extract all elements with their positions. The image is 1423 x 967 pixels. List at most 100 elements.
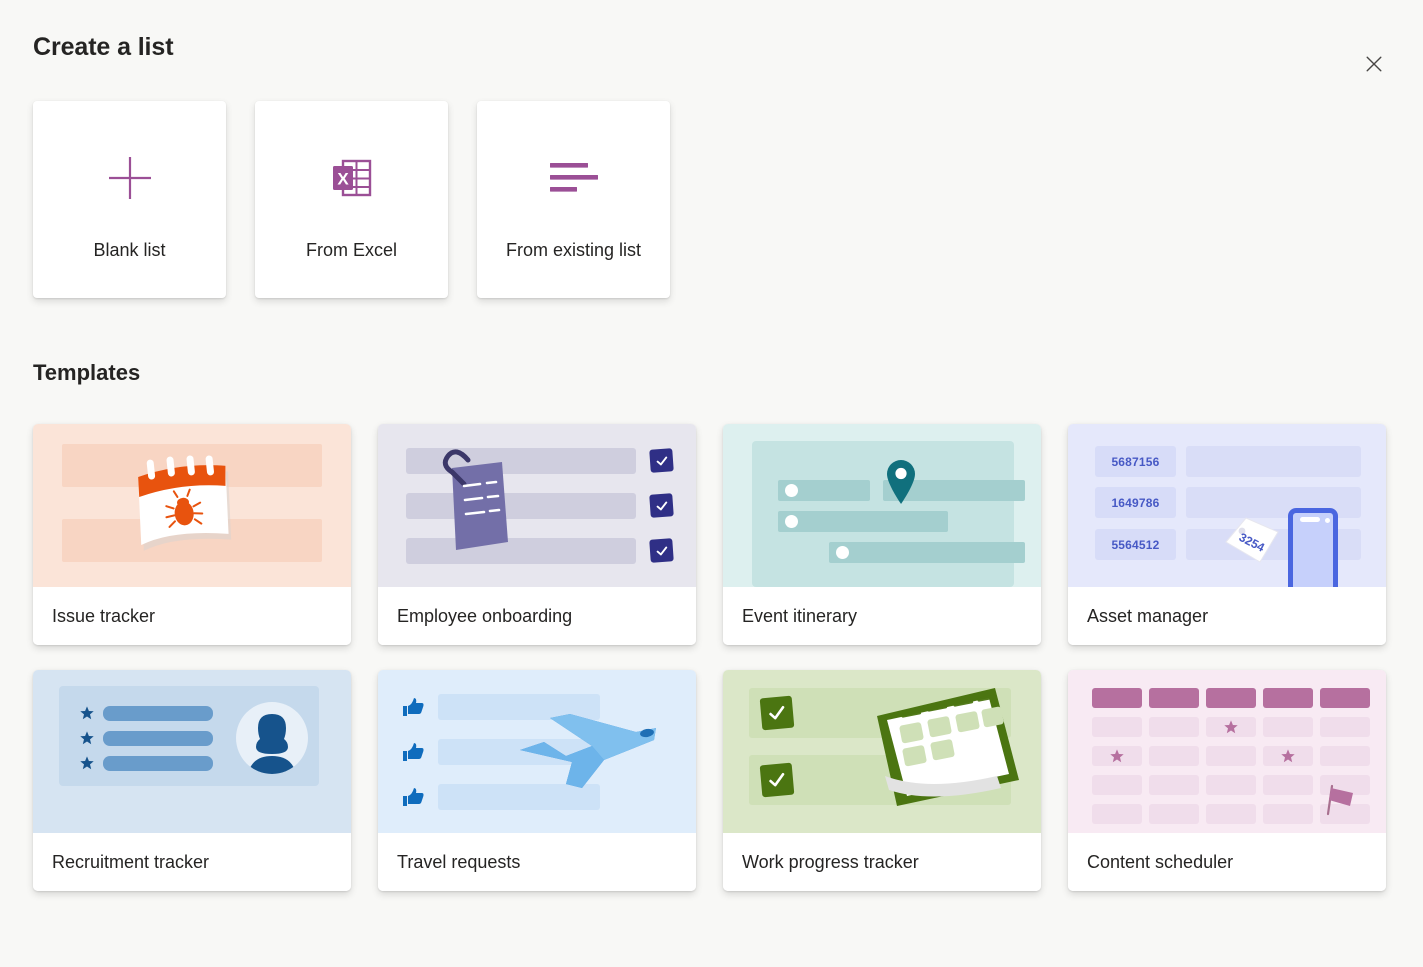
phone-icon: [1288, 508, 1338, 587]
work-progress-thumbnail: [723, 670, 1041, 833]
clipboard-checklist-icon: [442, 449, 508, 550]
thumb-blank-cell: [1186, 446, 1361, 477]
thumb-dot: [836, 546, 849, 559]
thumb-bar: [103, 706, 213, 721]
asset-manager-thumbnail: 5687156 1649786 5564512 3254: [1068, 424, 1386, 587]
content-scheduler-thumbnail: [1068, 670, 1386, 833]
blank-list-icon-wrap: [104, 142, 156, 214]
thumb-bar: [829, 542, 1025, 563]
employee-onboarding-thumbnail: [378, 424, 696, 587]
travel-requests-thumbnail: [378, 670, 696, 833]
calendar-cell: [1092, 746, 1142, 766]
thumb-dot: [785, 484, 798, 497]
calendar-header-cell: [1320, 688, 1370, 708]
calendar-header-cell: [1092, 688, 1142, 708]
calendar-header-cell: [1149, 688, 1199, 708]
calendar-cell: [1149, 804, 1199, 824]
issue-tracker-thumbnail: [33, 424, 351, 587]
recruitment-tracker-thumbnail: [33, 670, 351, 833]
calendar-bug-icon: [138, 455, 232, 551]
templates-grid: Issue tracker Employee onboarding Event …: [33, 424, 1386, 891]
calendar-cell: [1092, 717, 1142, 737]
calendar-cell: [1263, 804, 1313, 824]
calendar-header-cell: [1263, 688, 1313, 708]
phone-speaker: [1300, 517, 1320, 522]
plus-icon: [108, 157, 151, 199]
asset-id-cell: 5564512: [1095, 529, 1176, 560]
template-card-asset-manager[interactable]: 5687156 1649786 5564512 3254 Asset manag…: [1068, 424, 1386, 645]
thumb-bar: [103, 731, 213, 746]
checkbox-checked-icon: [649, 448, 674, 473]
asset-id-cell: 1649786: [1095, 487, 1176, 518]
asset-id-cell: 5687156: [1095, 446, 1176, 477]
thumbs-up-icon: [403, 788, 424, 806]
close-button[interactable]: [1358, 48, 1390, 80]
create-options-row: Blank list X From Excel From existing li…: [33, 101, 670, 298]
checkbox-checked-icon: [649, 538, 674, 563]
star-icon: [1110, 749, 1124, 763]
star-icon: [80, 731, 94, 745]
svg-text:X: X: [337, 170, 349, 189]
calendar-cell: [1206, 804, 1256, 824]
checkmark-icon: [759, 762, 795, 798]
template-card-work-progress-tracker[interactable]: Work progress tracker: [723, 670, 1041, 891]
thumbs-up-icon: [403, 743, 424, 761]
template-label: Employee onboarding: [378, 587, 696, 645]
dialog-header: Create a list: [0, 30, 1423, 80]
template-label: Travel requests: [378, 833, 696, 891]
airplane-icon: [520, 714, 656, 788]
calendar-cell: [1149, 775, 1199, 795]
calendar-cell: [1320, 717, 1370, 737]
star-icon: [80, 756, 94, 770]
calendar-cell: [1092, 804, 1142, 824]
calendar-cell: [1149, 746, 1199, 766]
create-option-label: From existing list: [505, 240, 642, 260]
template-label: Event itinerary: [723, 587, 1041, 645]
template-card-content-scheduler[interactable]: Content scheduler: [1068, 670, 1386, 891]
create-list-dialog: Create a list Blank list X From Excel Fr…: [0, 0, 1423, 967]
templates-heading: Templates: [33, 360, 141, 385]
map-pin-icon: [887, 460, 915, 504]
flag-icon: [1326, 784, 1353, 816]
create-option-from-excel[interactable]: X From Excel: [255, 101, 448, 298]
checkbox-checked-icon: [649, 493, 674, 518]
create-option-label: Blank list: [93, 240, 166, 260]
thumbs-up-icon: [403, 698, 424, 716]
calendar-cell: [1263, 717, 1313, 737]
page-title: Create a list: [33, 33, 174, 61]
template-card-recruitment-tracker[interactable]: Recruitment tracker: [33, 670, 351, 891]
checkmark-calendar-icon: [877, 688, 1019, 806]
star-icon: [1224, 720, 1238, 734]
person-icon: [248, 714, 296, 774]
template-label: Asset manager: [1068, 587, 1386, 645]
template-card-travel-requests[interactable]: Travel requests: [378, 670, 696, 891]
thumb-dot: [785, 515, 798, 528]
calendar-header-cell: [1206, 688, 1256, 708]
calendar-cell: [1320, 746, 1370, 766]
template-card-employee-onboarding[interactable]: Employee onboarding: [378, 424, 696, 645]
star-icon: [80, 706, 94, 720]
from-excel-icon-wrap: X: [328, 142, 376, 214]
template-card-event-itinerary[interactable]: Event itinerary: [723, 424, 1041, 645]
from-existing-list-icon-wrap: [546, 142, 602, 214]
close-icon: [1366, 56, 1382, 72]
template-label: Work progress tracker: [723, 833, 1041, 891]
phone-camera: [1325, 518, 1330, 523]
thumb-bar: [778, 511, 948, 532]
pricetag-icon: 3254: [1225, 517, 1279, 563]
create-option-from-existing-list[interactable]: From existing list: [477, 101, 670, 298]
template-label: Issue tracker: [33, 587, 351, 645]
calendar-cell: [1263, 746, 1313, 766]
create-option-label: From Excel: [305, 240, 397, 260]
thumb-bar: [103, 756, 213, 771]
calendar-cell: [1092, 775, 1142, 795]
calendar-cell: [1206, 775, 1256, 795]
list-lines-icon: [549, 163, 598, 192]
template-card-issue-tracker[interactable]: Issue tracker: [33, 424, 351, 645]
excel-icon: X: [332, 159, 371, 197]
create-option-blank-list[interactable]: Blank list: [33, 101, 226, 298]
checkmark-icon: [759, 695, 795, 731]
avatar: [236, 702, 308, 774]
template-label: Content scheduler: [1068, 833, 1386, 891]
template-label: Recruitment tracker: [33, 833, 351, 891]
